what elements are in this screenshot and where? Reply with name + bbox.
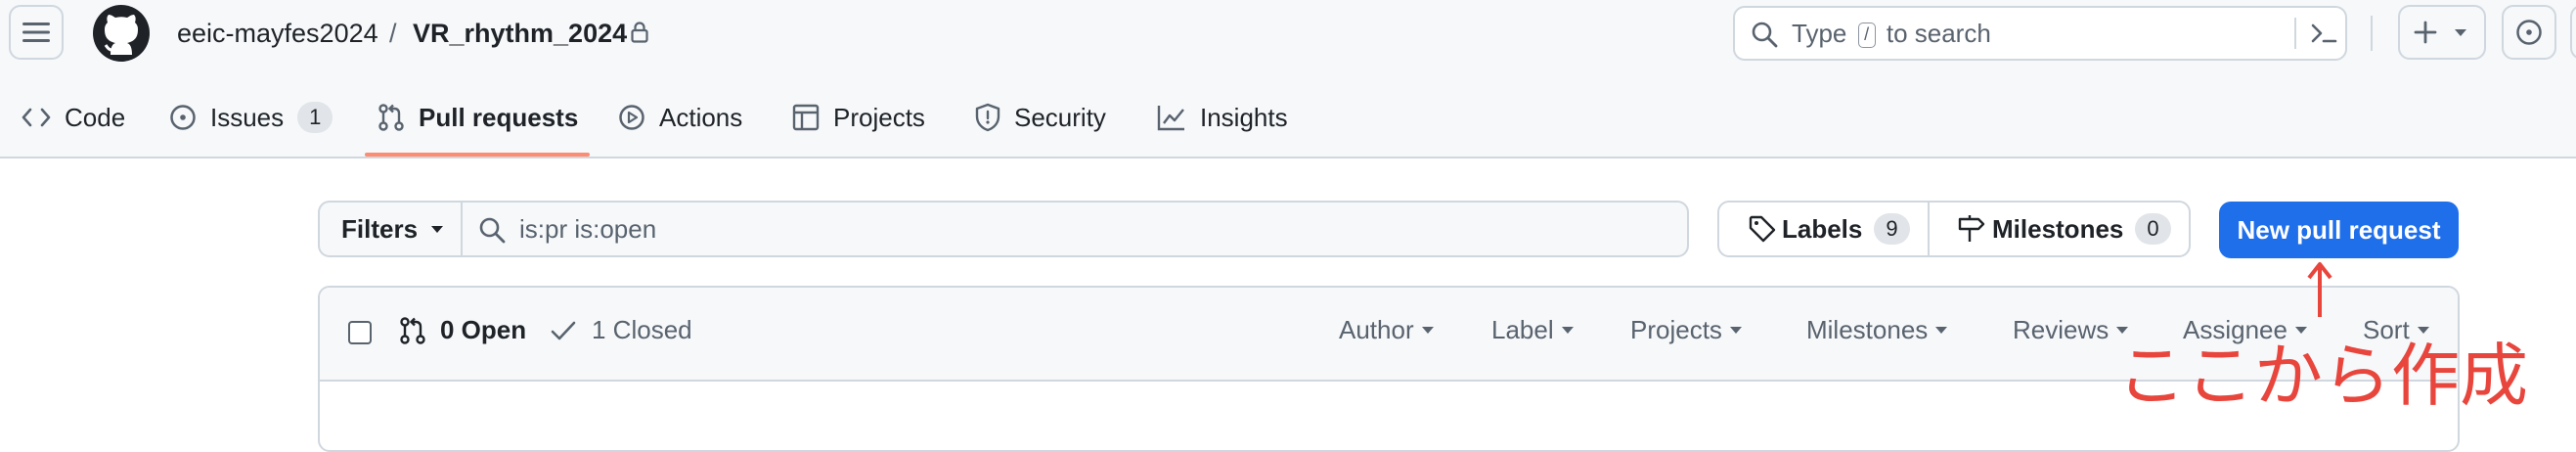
git-pull-request-icon bbox=[378, 104, 404, 131]
milestones-filter-label: Milestones bbox=[1806, 315, 1929, 344]
label-filter-dropdown[interactable]: Label bbox=[1491, 315, 1574, 345]
pr-search-query: is:pr is:open bbox=[519, 214, 657, 244]
select-all-checkbox[interactable] bbox=[348, 321, 372, 344]
chevron-down-icon bbox=[1729, 327, 1742, 334]
menu-button[interactable] bbox=[9, 5, 64, 60]
breadcrumb-separator: / bbox=[389, 19, 397, 48]
search-placeholder-prefix: Type bbox=[1792, 19, 1847, 48]
lock-icon bbox=[631, 22, 648, 43]
table-icon bbox=[792, 104, 820, 131]
search-input[interactable]: Type / to search bbox=[1733, 6, 2347, 61]
search-shortcut-key: / bbox=[1857, 23, 1876, 49]
check-icon bbox=[551, 321, 576, 339]
tab-projects-label: Projects bbox=[833, 102, 925, 132]
labels-button[interactable]: Labels 9 bbox=[1717, 201, 1930, 257]
tab-pull-requests-label: Pull requests bbox=[419, 102, 579, 132]
chevron-down-icon bbox=[431, 225, 444, 233]
create-new-button[interactable] bbox=[2398, 5, 2486, 60]
tab-security[interactable]: Security bbox=[975, 96, 1106, 139]
issues-count-badge: 1 bbox=[297, 102, 333, 133]
closed-filter-label: 1 Closed bbox=[592, 315, 692, 344]
header-divider bbox=[2371, 16, 2373, 51]
new-pull-request-label: New pull request bbox=[2237, 214, 2441, 245]
new-pull-request-button[interactable]: New pull request bbox=[2219, 202, 2459, 258]
search-icon bbox=[1752, 22, 1778, 48]
labels-label: Labels bbox=[1782, 213, 1863, 244]
labels-count-badge: 9 bbox=[1874, 213, 1910, 245]
milestones-button[interactable]: Milestones 0 bbox=[1928, 201, 2191, 257]
author-filter-dropdown[interactable]: Author bbox=[1339, 315, 1434, 345]
issue-opened-icon bbox=[2516, 20, 2542, 45]
label-filter-label: Label bbox=[1491, 315, 1554, 344]
closed-filter-link[interactable]: 1 Closed bbox=[551, 315, 692, 345]
filters-label: Filters bbox=[341, 213, 419, 244]
repo-name-link[interactable]: VR_rhythm_2024 bbox=[413, 14, 627, 53]
issue-opened-icon bbox=[170, 105, 196, 130]
tab-security-label: Security bbox=[1014, 102, 1106, 132]
chevron-down-icon bbox=[1421, 327, 1434, 334]
filters-button[interactable]: Filters bbox=[318, 201, 463, 257]
chevron-down-icon bbox=[2455, 28, 2466, 36]
plus-icon bbox=[2414, 21, 2437, 44]
milestones-label: Milestones bbox=[1992, 213, 2124, 244]
chevron-down-icon bbox=[1935, 327, 1948, 334]
repo-owner-link[interactable]: eeic-mayfes2024 bbox=[177, 14, 378, 53]
tab-projects[interactable]: Projects bbox=[792, 96, 925, 139]
tab-insights-label: Insights bbox=[1200, 102, 1288, 132]
selected-tab-underline bbox=[365, 153, 590, 157]
tag-icon bbox=[1749, 215, 1776, 243]
shield-icon bbox=[975, 103, 1000, 132]
open-filter-link[interactable]: 0 Open bbox=[399, 315, 526, 345]
tab-issues-label: Issues bbox=[210, 102, 285, 132]
pull-requests-shortcut-button[interactable] bbox=[2570, 5, 2576, 60]
annotation-text: ここから作成 bbox=[2117, 336, 2528, 416]
author-filter-label: Author bbox=[1339, 315, 1414, 344]
pr-search-input[interactable]: is:pr is:open bbox=[461, 201, 1689, 257]
tab-actions[interactable]: Actions bbox=[618, 96, 742, 139]
tab-code-label: Code bbox=[65, 102, 126, 132]
open-filter-label: 0 Open bbox=[440, 315, 527, 344]
code-icon bbox=[22, 108, 51, 127]
projects-filter-dropdown[interactable]: Projects bbox=[1630, 315, 1742, 345]
tab-code[interactable]: Code bbox=[22, 96, 125, 139]
milestones-count-badge: 0 bbox=[2135, 213, 2171, 245]
milestone-icon bbox=[1958, 215, 1985, 242]
chevron-down-icon bbox=[1561, 327, 1574, 334]
projects-filter-label: Projects bbox=[1630, 315, 1722, 344]
search-placeholder-suffix: to search bbox=[1886, 19, 1991, 48]
reviews-filter-label: Reviews bbox=[2013, 315, 2110, 344]
tab-actions-label: Actions bbox=[659, 102, 743, 132]
hamburger-icon bbox=[22, 23, 50, 42]
annotation-arrow-icon bbox=[2307, 262, 2332, 317]
play-icon bbox=[619, 105, 644, 130]
tab-insights[interactable]: Insights bbox=[1157, 96, 1288, 139]
milestones-filter-dropdown[interactable]: Milestones bbox=[1806, 315, 1948, 345]
tab-issues[interactable]: Issues 1 bbox=[169, 96, 333, 139]
git-pull-request-icon bbox=[400, 316, 425, 344]
reviews-filter-dropdown[interactable]: Reviews bbox=[2013, 315, 2129, 345]
command-palette-icon[interactable] bbox=[2310, 22, 2337, 45]
search-icon bbox=[479, 217, 506, 244]
github-logo-icon[interactable] bbox=[92, 4, 151, 63]
tab-pull-requests[interactable]: Pull requests bbox=[378, 96, 578, 139]
search-divider bbox=[2294, 18, 2296, 49]
issues-button[interactable] bbox=[2502, 5, 2556, 60]
graph-icon bbox=[1157, 106, 1184, 131]
search-placeholder: Type / to search bbox=[1792, 8, 1991, 59]
